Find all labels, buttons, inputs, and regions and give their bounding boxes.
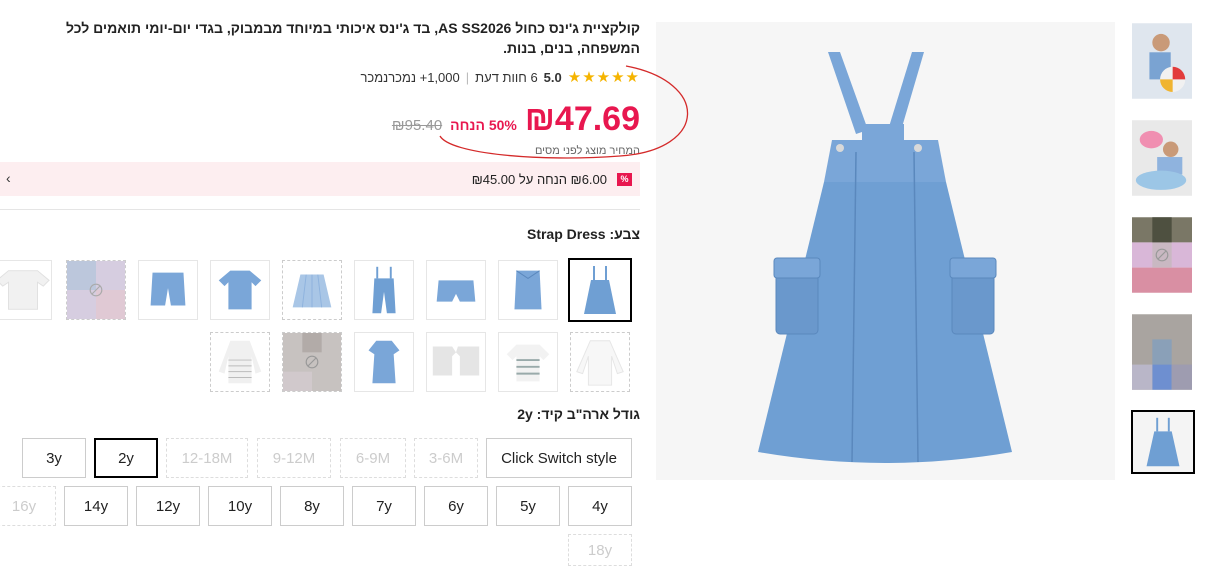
size-option-6y[interactable]: 6y [424, 486, 488, 526]
rating-value: 5.0 [543, 69, 562, 85]
size-option-2y[interactable]: 2y [94, 438, 158, 478]
swatch-strap-dress[interactable] [568, 258, 632, 322]
size-option-10y[interactable]: 10y [208, 486, 272, 526]
product-title: קולקציית ג'ינס כחול AS SS2026, בד ג'ינס … [66, 20, 640, 56]
thumbnail-blurred-2[interactable] [1131, 313, 1193, 391]
swatch-blurred[interactable] [66, 260, 126, 320]
size-option-12y[interactable]: 12y [136, 486, 200, 526]
tax-note: המחיר מוצג לפני מסים [534, 145, 640, 157]
discount-badge-icon: % [617, 172, 632, 186]
thumbnail-blurred-1[interactable] [1131, 216, 1193, 294]
swatch-striped-tee[interactable] [498, 332, 558, 392]
divider [0, 209, 640, 210]
swatch-pleated-skirt[interactable] [282, 260, 342, 320]
swatch-blurred-2[interactable] [282, 332, 342, 392]
size-option-4y[interactable]: 4y [568, 486, 632, 526]
product-info: קולקציית ג'ינס כחול AS SS2026, בד ג'ינס … [0, 18, 640, 157]
main-product-image[interactable] [656, 22, 1115, 480]
size-option-16y: 16y [0, 486, 56, 526]
swatch-romper[interactable] [498, 260, 558, 320]
thumbnail-girl-beach-ball[interactable] [1131, 22, 1193, 100]
sold-count: 1,000+ נמכרנמכר [360, 69, 460, 85]
thumbnail-column [1131, 22, 1195, 493]
swatch-bloomers[interactable] [426, 260, 486, 320]
size-option-9-12m: 9-12M [257, 438, 331, 478]
size-option-switch-style[interactable]: Click Switch style [486, 438, 632, 478]
swatch-striped-long-sleeve[interactable] [210, 332, 270, 392]
size-option-8y[interactable]: 8y [280, 486, 344, 526]
swatch-overalls[interactable] [354, 260, 414, 320]
separator: | [465, 69, 470, 85]
chevron-left-icon[interactable]: › [6, 170, 11, 186]
size-option-3y[interactable]: 3y [22, 438, 86, 478]
reviews-count[interactable]: 6 חוות דעת [475, 70, 538, 85]
size-option-12-18m: 12-18M [166, 438, 248, 478]
promo-banner[interactable]: % ₪6.00 הנחה על ₪45.00 › [0, 162, 640, 196]
swatch-white-long-sleeve[interactable] [570, 332, 630, 392]
original-price: ₪95.40 [391, 117, 443, 134]
swatch-family-tees[interactable] [426, 332, 486, 392]
thumbnail-girl-flamingo[interactable] [1131, 119, 1193, 197]
current-price: ₪47.69 [524, 100, 640, 138]
size-option-18y: 18y [568, 534, 632, 566]
discount-label: 50% הנחה [450, 117, 517, 133]
swatch-denim-shorts[interactable] [138, 260, 198, 320]
thumbnail-strap-dress[interactable] [1131, 410, 1195, 474]
star-rating-icon: ★★★★★ [567, 69, 640, 86]
size-option-14y[interactable]: 14y [64, 486, 128, 526]
size-label: גודל ארה"ב קיד: 2y [517, 406, 640, 422]
color-label: צבע: Strap Dress [526, 226, 640, 242]
size-option-3-6m: 3-6M [414, 438, 478, 478]
promo-text: ₪6.00 הנחה על ₪45.00 [471, 171, 607, 187]
price-row: ₪47.69 50% הנחה ₪95.40 [0, 100, 640, 139]
swatch-denim-dress[interactable] [354, 332, 414, 392]
swatch-white-tee[interactable] [0, 260, 52, 320]
rating-row[interactable]: ★★★★★ 5.0 6 חוות דעת | 1,000+ נמכרנמכר [0, 68, 640, 86]
size-option-7y[interactable]: 7y [352, 486, 416, 526]
swatch-denim-shirt[interactable] [210, 260, 270, 320]
size-option-6-9m: 6-9M [340, 438, 406, 478]
size-option-5y[interactable]: 5y [496, 486, 560, 526]
